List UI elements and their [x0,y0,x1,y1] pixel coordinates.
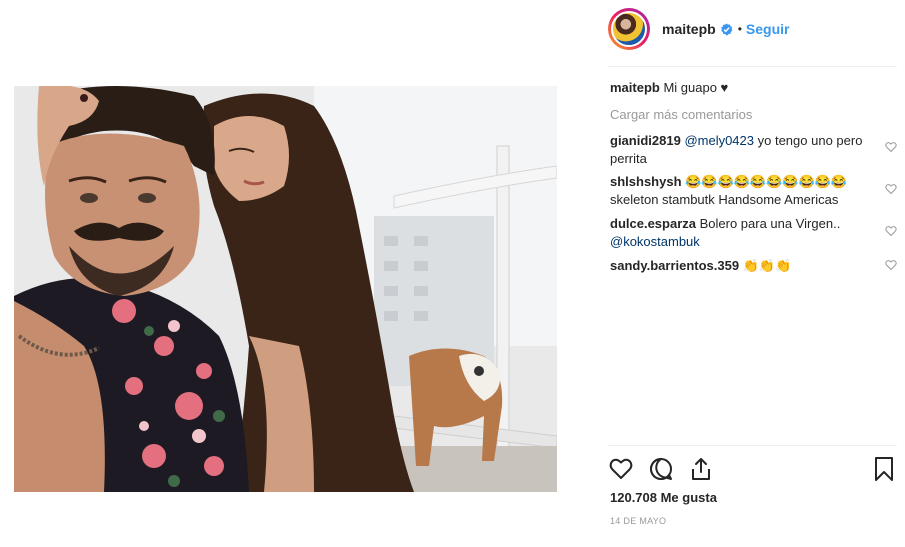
load-more-comments-button[interactable]: Cargar más comentarios [610,107,752,122]
share-icon[interactable] [688,456,714,482]
avatar-image [611,11,647,47]
comment-icon[interactable] [648,456,674,482]
comment-username[interactable]: sandy.barrientos.359 [610,258,739,273]
comment: sandy.barrientos.359 👏👏👏 [610,257,880,275]
comment-username[interactable]: dulce.esparza [610,216,696,231]
comment-text: Bolero para una Virgen.. [696,216,841,231]
like-heart-icon[interactable] [608,456,634,482]
follow-button[interactable]: Seguir [746,21,790,37]
post-header: maitepb • Seguir [608,8,789,50]
like-comment-heart-icon[interactable] [885,141,897,153]
caption-text: Mi guapo ♥ [663,80,729,95]
header-username[interactable]: maitepb [662,21,716,37]
comment-mention[interactable]: @mely0423 [684,133,754,148]
comment-text: 👏👏👏 [739,258,792,273]
comment-mention[interactable]: @kokostambuk [610,234,700,249]
selfie-photo [14,86,557,492]
post-actions [608,456,897,482]
post-photo[interactable] [14,86,557,492]
post-panel: maitepb • Seguir maitepb Mi guapo ♥ Carg… [596,0,905,547]
separator-dot: • [737,22,742,36]
like-comment-heart-icon[interactable] [885,259,897,271]
likes-count[interactable]: 120.708 Me gusta [610,490,717,505]
post-date[interactable]: 14 DE MAYO [610,516,666,526]
comment-username[interactable]: gianidi2819 [610,133,681,148]
caption-username[interactable]: maitepb [610,80,660,95]
comment-username[interactable]: shlshshysh [610,174,682,189]
like-comment-heart-icon[interactable] [885,183,897,195]
post-caption: maitepb Mi guapo ♥ [610,80,728,95]
bookmark-icon[interactable] [871,456,897,482]
verified-badge-icon [720,22,733,35]
divider [608,66,897,67]
comment: gianidi2819 @mely0423 yo tengo uno pero … [610,132,880,168]
comment: shlshshysh 😂😂😂😂😂😂😂😂😂😂 skeleton stambutk … [610,173,880,209]
comment: dulce.esparza Bolero para una Virgen.. @… [610,215,880,251]
avatar[interactable] [608,8,650,50]
like-comment-heart-icon[interactable] [885,225,897,237]
divider [608,445,897,446]
